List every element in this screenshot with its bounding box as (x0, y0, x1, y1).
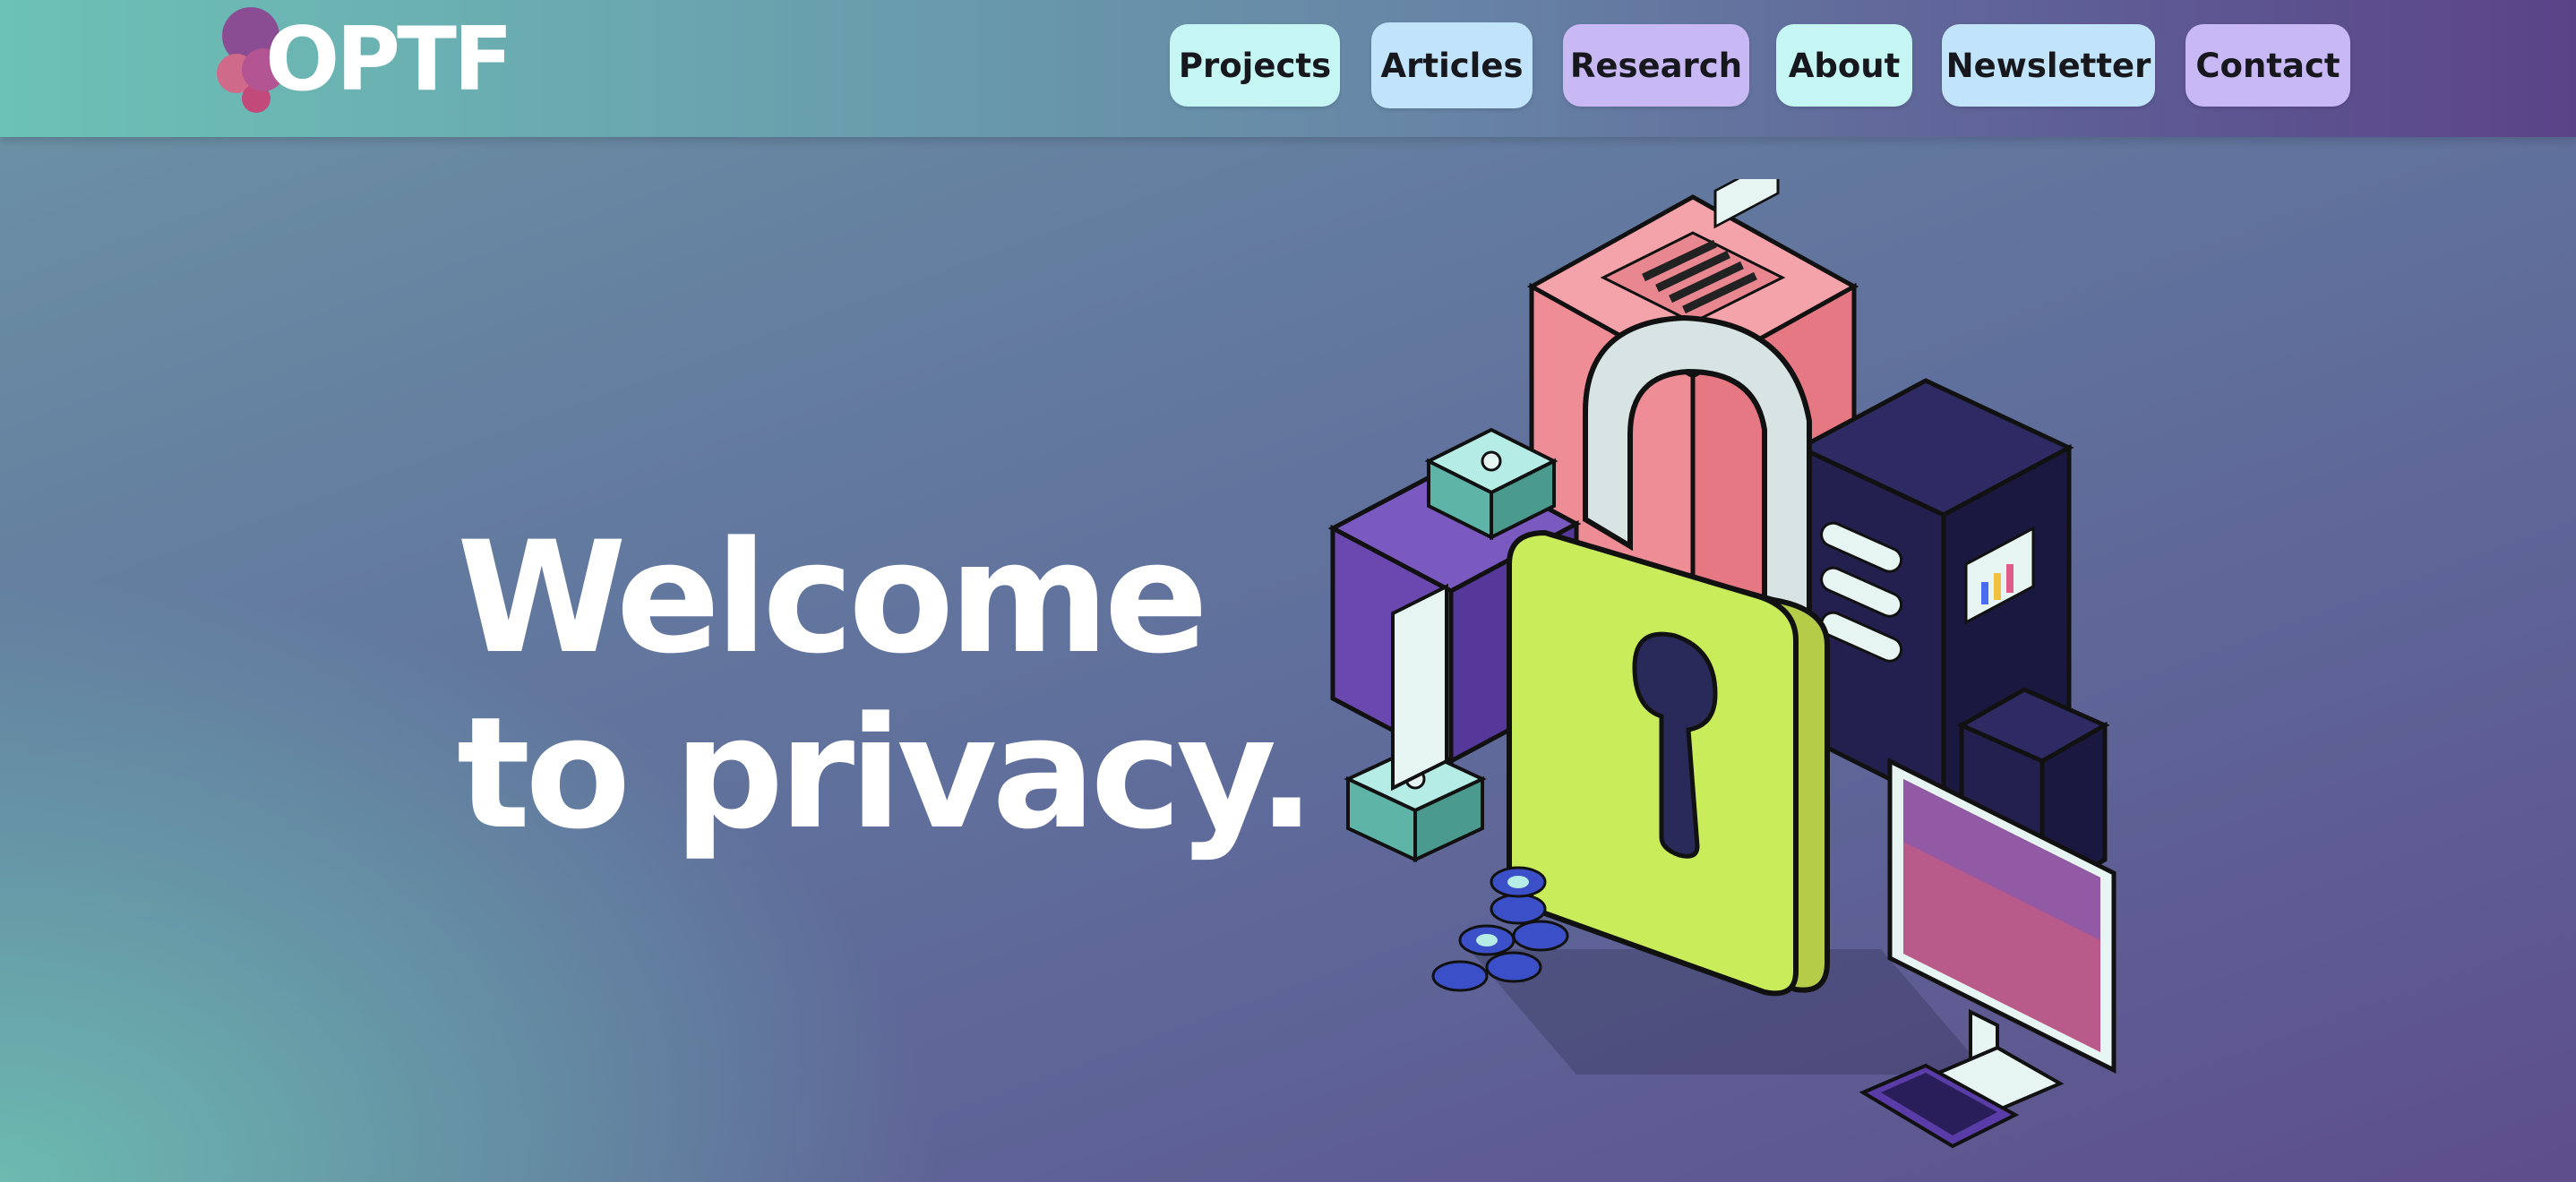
nav-articles[interactable]: Articles (1371, 22, 1533, 108)
site-logo[interactable]: OPTF (211, 5, 513, 116)
hero-title: Welcome to privacy. (457, 508, 1316, 863)
privacy-illustration (1327, 179, 2117, 1149)
hero-title-line-2: to privacy. (457, 683, 1316, 863)
hero-title-line-1: Welcome (457, 508, 1208, 688)
logo-text: OPTF (265, 9, 513, 111)
nav-about[interactable]: About (1776, 24, 1912, 107)
nav-newsletter[interactable]: Newsletter (1942, 24, 2155, 107)
nav-research[interactable]: Research (1563, 24, 1749, 107)
nav-projects[interactable]: Projects (1170, 24, 1340, 107)
nav-contact[interactable]: Contact (2185, 24, 2350, 107)
site-header: OPTF Projects Articles Research About Ne… (0, 0, 2576, 137)
